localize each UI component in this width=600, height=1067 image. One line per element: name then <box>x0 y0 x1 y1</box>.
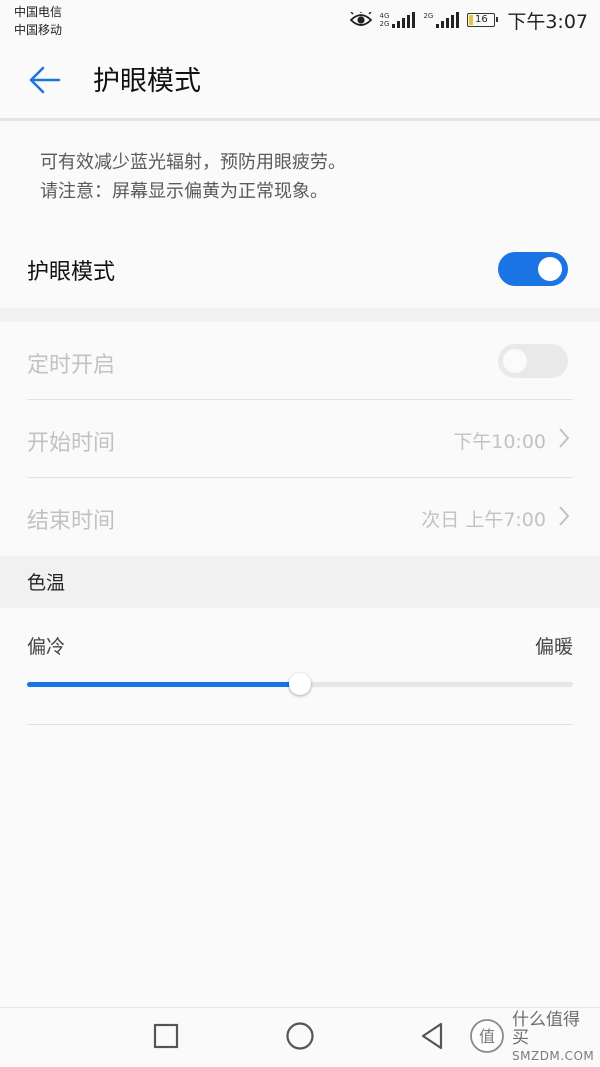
schedule-toggle[interactable] <box>498 344 568 378</box>
status-clock: 下午3:07 <box>507 10 588 33</box>
battery-fill <box>469 15 474 25</box>
toggle-knob <box>503 349 527 373</box>
home-icon <box>285 1021 315 1055</box>
color-temp-slider[interactable] <box>27 673 573 695</box>
eye-icon <box>349 12 372 28</box>
end-time-row[interactable]: 结束时间 次日 上午7:00 <box>0 478 600 556</box>
nav-back-button[interactable] <box>412 1020 452 1056</box>
back-icon <box>419 1021 445 1055</box>
description-text: 可有效减少蓝光辐射，预防用眼疲劳。 请注意：屏幕显示偏黄为正常现象。 <box>40 148 346 206</box>
description-line-1: 可有效减少蓝光辐射，预防用眼疲劳。 <box>40 152 346 173</box>
cold-label: 偏冷 <box>27 636 66 658</box>
color-temp-section-header: 色温 <box>0 556 600 608</box>
network-1-bottom-label: 2G <box>379 20 390 28</box>
toggle-knob <box>538 257 562 281</box>
carrier-1-label: 中国电信 <box>14 5 63 19</box>
signal-bars-1 <box>392 12 416 28</box>
back-arrow-icon <box>27 65 61 99</box>
end-time-label: 结束时间 <box>27 509 116 534</box>
header-divider <box>0 118 600 121</box>
section-spacer <box>0 308 600 322</box>
home-button[interactable] <box>280 1020 320 1056</box>
start-time-label: 开始时间 <box>27 431 116 456</box>
carrier-info: 中国电信 中国移动 <box>14 3 62 39</box>
start-time-row[interactable]: 开始时间 下午10:00 <box>0 400 600 477</box>
signal-icon-2: 2G <box>423 12 460 28</box>
status-indicators: 4G 2G 2G 16 下午3:07 <box>349 6 588 34</box>
recent-apps-icon <box>153 1023 179 1053</box>
network-1-top-label: 4G <box>379 12 390 20</box>
warm-label: 偏暖 <box>534 636 573 658</box>
color-temp-title: 色温 <box>27 572 66 594</box>
watermark-text-en: SMZDM.COM <box>512 1049 595 1063</box>
watermark: 值 什么值得买 SMZDM.COM <box>468 1010 595 1063</box>
eye-mode-toggle[interactable] <box>498 252 568 286</box>
slider-fill <box>27 682 300 687</box>
watermark-logo-icon: 值 <box>468 1017 506 1059</box>
description-line-2: 请注意：屏幕显示偏黄为正常现象。 <box>40 181 328 202</box>
battery-level: 16 <box>474 14 488 25</box>
watermark-text-cn: 什么值得买 <box>512 1010 580 1048</box>
schedule-label: 定时开启 <box>27 353 116 378</box>
chevron-right-icon <box>558 427 570 453</box>
slider-thumb[interactable] <box>289 673 311 695</box>
eye-mode-label: 护眼模式 <box>27 260 116 285</box>
recent-apps-button[interactable] <box>146 1020 186 1056</box>
app-header: 护眼模式 <box>0 44 600 118</box>
battery-icon: 16 <box>467 13 499 27</box>
end-time-value: 次日 上午7:00 <box>421 509 546 531</box>
schedule-row[interactable]: 定时开启 <box>0 322 600 399</box>
back-button[interactable] <box>24 62 64 102</box>
network-2-label: 2G <box>423 12 434 20</box>
signal-icon: 4G 2G <box>380 12 416 28</box>
chevron-right-icon <box>558 505 570 531</box>
status-bar: 中国电信 中国移动 4G 2G 2G 16 下午3:07 <box>0 0 600 44</box>
signal-bars-2 <box>436 12 460 28</box>
eye-mode-row[interactable]: 护眼模式 <box>0 232 600 308</box>
svg-text:值: 值 <box>479 1027 495 1046</box>
start-time-value: 下午10:00 <box>453 431 546 453</box>
page-title: 护眼模式 <box>93 66 201 97</box>
carrier-2-label: 中国移动 <box>14 23 63 37</box>
row-divider <box>27 724 573 725</box>
